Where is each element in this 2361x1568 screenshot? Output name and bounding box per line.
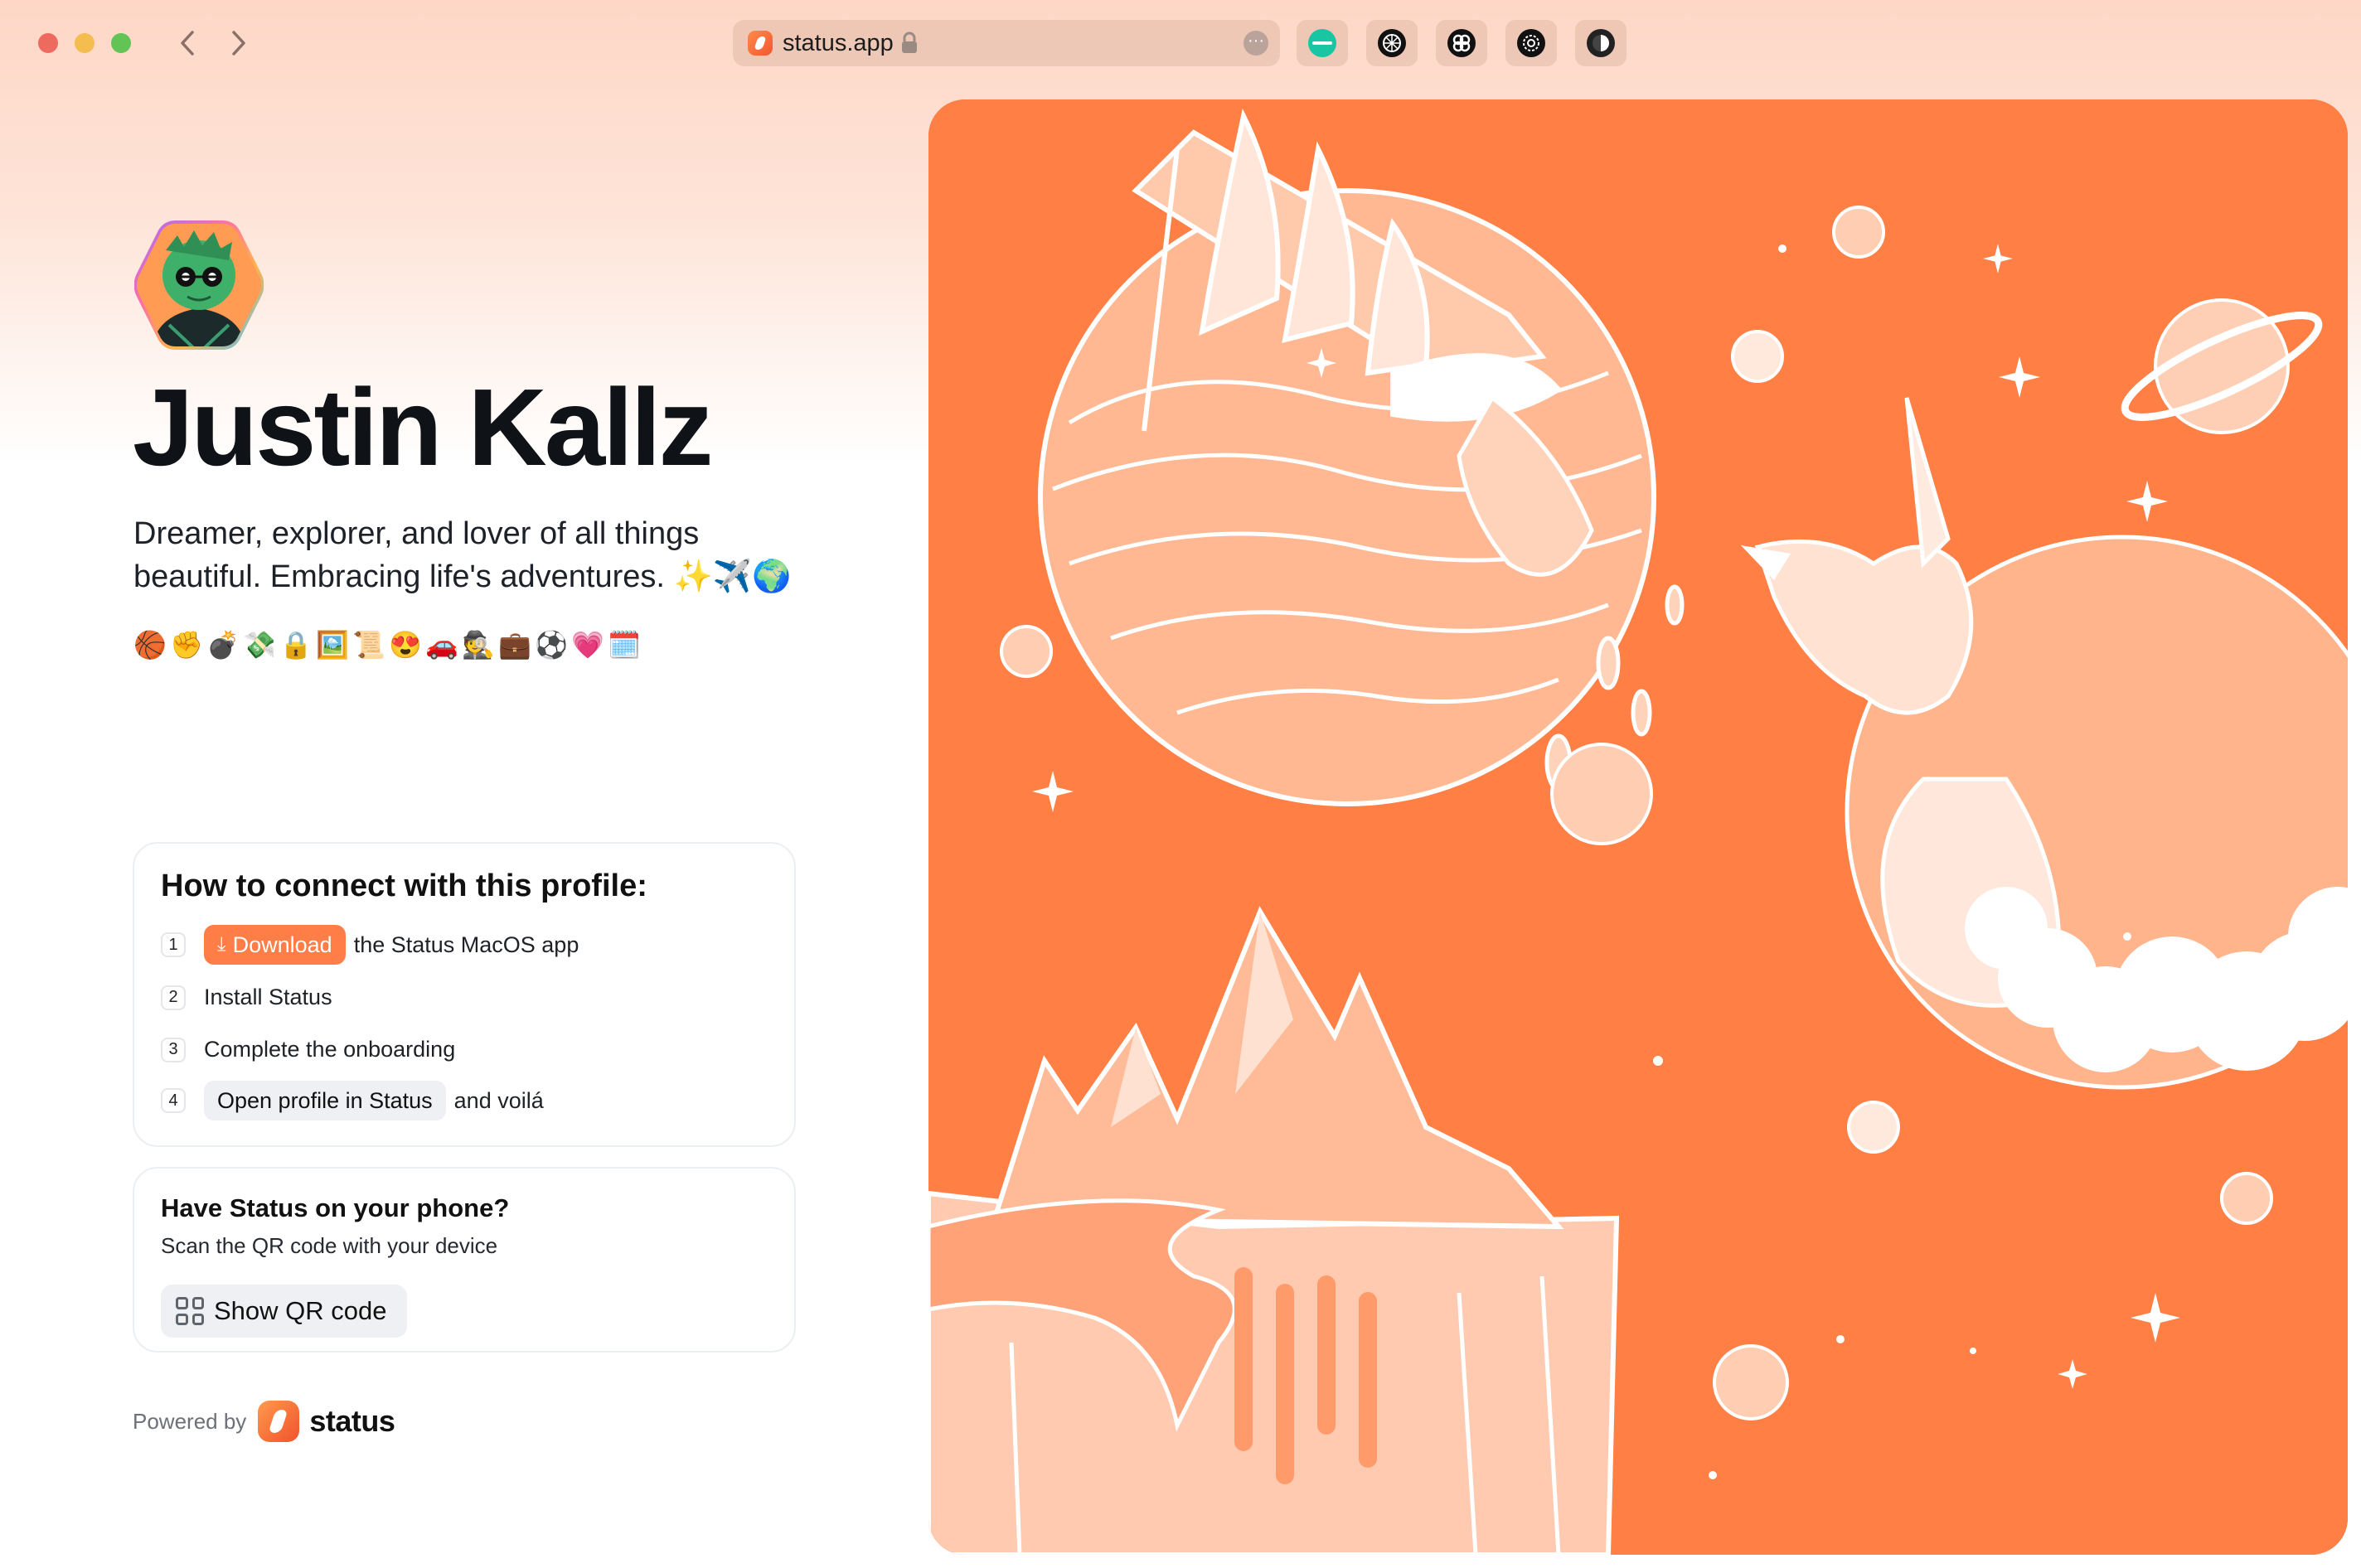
download-button[interactable]: ⤓ Download [204, 925, 346, 965]
profile-banner-illustration [928, 99, 2348, 1555]
lock-icon [900, 31, 919, 55]
emoji-tag: 🚗 [425, 630, 458, 660]
avatar [133, 217, 264, 353]
more-options-icon[interactable]: ··· [1244, 31, 1268, 56]
emoji-tag: 😍 [389, 630, 422, 660]
emoji-tag: 🗓️ [608, 630, 641, 660]
status-brand-name: status [309, 1404, 395, 1438]
download-icon: ⤓ [217, 933, 226, 956]
browser-toolbar: status.app ··· [0, 0, 2361, 86]
step-text: Install Status [204, 985, 332, 1009]
step-download: 1 ⤓ Download the Status MacOS app [161, 925, 579, 965]
extension-shield-button[interactable] [1575, 20, 1627, 66]
shield-icon [1587, 29, 1615, 57]
emoji-tag: ⚽ [535, 630, 568, 660]
fullscreen-window-button[interactable] [111, 33, 131, 53]
step-onboarding: 3 Complete the onboarding [161, 1037, 455, 1062]
emoji-tag: 🕵️ [462, 630, 495, 660]
open-profile-button[interactable]: Open profile in Status [204, 1081, 446, 1120]
connect-instructions-card: How to connect with this profile: 1 ⤓ Do… [133, 842, 796, 1147]
show-qr-code-label: Show QR code [214, 1296, 387, 1325]
qr-code-icon [176, 1297, 204, 1325]
minimize-window-button[interactable] [75, 33, 95, 53]
close-window-button[interactable] [38, 33, 58, 53]
emoji-tag: 🖼️ [316, 630, 349, 660]
emoji-tag: 💼 [498, 630, 531, 660]
network-icon [1378, 29, 1406, 57]
step-number: 2 [161, 985, 186, 1010]
back-button[interactable] [171, 25, 204, 61]
emoji-tag: 🔒 [279, 630, 313, 660]
chevron-left-icon [181, 31, 194, 56]
forward-button[interactable] [222, 25, 255, 61]
status-favicon-icon [748, 31, 773, 56]
status-logo-icon [258, 1401, 300, 1442]
link-icon [1447, 29, 1476, 57]
phone-card-subtitle: Scan the QR code with your device [161, 1233, 498, 1258]
step-text: Complete the onboarding [204, 1037, 456, 1062]
step-text: the Status MacOS app [353, 932, 579, 957]
extension-settings-button[interactable] [1505, 20, 1557, 66]
step-number: 3 [161, 1037, 186, 1062]
emoji-tag: 💗 [571, 630, 604, 660]
chevron-right-icon [232, 31, 245, 56]
step-open-profile: 4 Open profile in Status and voilá [161, 1081, 544, 1120]
step-number: 4 [161, 1088, 186, 1113]
keycard-icon [1308, 29, 1336, 57]
step-install: 2 Install Status [161, 985, 332, 1010]
powered-by-status[interactable]: Powered by status [133, 1401, 395, 1442]
phone-qr-card: Have Status on your phone? Scan the QR c… [133, 1167, 796, 1353]
emoji-tag: 📜 [352, 630, 385, 660]
profile-bio: Dreamer, explorer, and lover of all thin… [133, 516, 792, 594]
show-qr-code-button[interactable]: Show QR code [161, 1285, 407, 1338]
download-button-label: Download [232, 932, 332, 957]
window-controls [38, 33, 131, 53]
settings-ring-icon [1517, 29, 1545, 57]
extension-link-button[interactable] [1436, 20, 1487, 66]
address-url: status.app [783, 29, 894, 56]
step-text: and voilá [453, 1087, 544, 1113]
profile-name: Justin Kallz [133, 366, 713, 488]
connect-title: How to connect with this profile: [161, 869, 647, 903]
powered-by-label: Powered by [133, 1408, 247, 1434]
step-number: 1 [161, 932, 186, 957]
emoji-tag: 💣 [206, 630, 240, 660]
phone-card-title: Have Status on your phone? [161, 1193, 510, 1222]
emoji-tag: 💸 [243, 630, 276, 660]
emoji-tag: 🏀 [133, 630, 167, 660]
extension-network-button[interactable] [1366, 20, 1418, 66]
address-bar[interactable]: status.app ··· [733, 20, 1280, 66]
emoji-tags: 🏀 ✊ 💣 💸 🔒 🖼️ 📜 😍 🚗 🕵️ 💼 ⚽ 💗 🗓️ [133, 628, 641, 661]
emoji-tag: ✊ [170, 630, 203, 660]
extension-keycard-button[interactable] [1297, 20, 1348, 66]
